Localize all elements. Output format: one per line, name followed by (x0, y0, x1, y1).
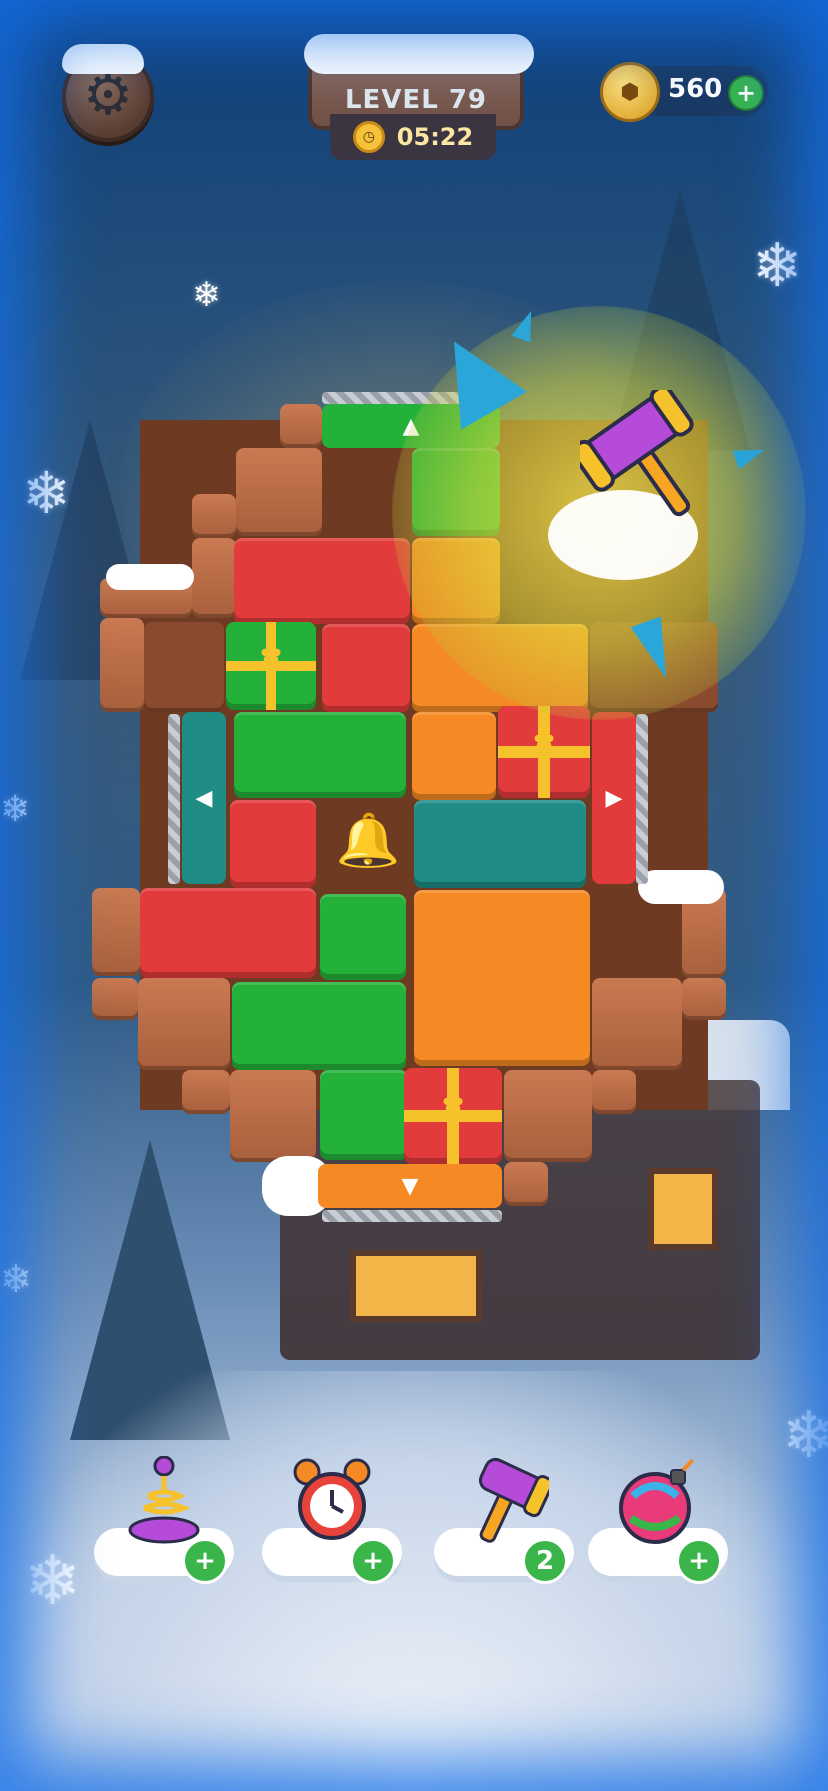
right-arrow-icon: ▶ (605, 785, 623, 811)
gift-icon: ✿ (442, 1089, 464, 1120)
green-block[interactable] (232, 982, 406, 1070)
wood-wall (504, 1162, 548, 1206)
wood-wall (192, 538, 236, 618)
snow-drift (638, 870, 724, 904)
bomb-booster[interactable]: + (588, 1456, 728, 1584)
gift-icon: ✿ (533, 725, 555, 756)
hammer-icon (459, 1456, 549, 1546)
green-block[interactable] (320, 894, 406, 980)
hammer-booster[interactable]: 2 (434, 1456, 574, 1584)
teal-block[interactable] (414, 800, 586, 888)
wood-wall (592, 1070, 636, 1114)
wood-wall (592, 978, 682, 1070)
orange-block[interactable] (412, 712, 496, 800)
wood-wall (230, 1070, 316, 1162)
gate-rail (168, 714, 180, 884)
gift-block[interactable]: ✿ (404, 1068, 502, 1164)
red-block[interactable] (140, 888, 316, 978)
gift-icon: ✿ (260, 640, 282, 671)
gate-rail (322, 1210, 502, 1222)
wood-wall (100, 618, 144, 712)
wood-wall (144, 622, 224, 712)
spring-icon (119, 1456, 209, 1546)
wood-wall (92, 978, 138, 1020)
booster-add-badge[interactable]: + (350, 1538, 396, 1584)
exit-gate-left[interactable]: ◀ (182, 712, 226, 884)
exit-gate-right[interactable]: ▶ (592, 712, 636, 884)
wood-wall (92, 888, 140, 976)
wood-wall (236, 448, 322, 536)
green-block[interactable] (234, 712, 406, 798)
wood-wall (138, 978, 230, 1070)
wood-wall (682, 978, 726, 1020)
bell-icon[interactable]: 🔔 (326, 800, 410, 880)
alarm-clock-icon (287, 1456, 377, 1546)
orange-block[interactable] (414, 890, 590, 1066)
red-block[interactable] (234, 538, 410, 624)
wood-wall (504, 1070, 592, 1162)
red-block[interactable] (230, 800, 316, 888)
freeze-time-booster[interactable]: + (262, 1456, 402, 1584)
snow-drift (106, 564, 194, 590)
hammer-icon (580, 390, 694, 517)
booster-add-badge[interactable]: + (182, 1538, 228, 1584)
gate-rail (636, 714, 648, 884)
wood-wall (280, 404, 322, 448)
wood-wall (182, 1070, 230, 1114)
exit-gate-bottom[interactable]: ▼ (318, 1164, 502, 1208)
booster-add-badge[interactable]: + (676, 1538, 722, 1584)
bomb-icon (613, 1456, 703, 1546)
wood-wall (192, 494, 236, 538)
down-arrow-icon: ▼ (401, 1173, 419, 1199)
green-block[interactable] (320, 1070, 408, 1160)
gift-block[interactable]: ✿ (226, 622, 316, 710)
booster-count-badge: 2 (522, 1538, 568, 1584)
red-block[interactable] (322, 624, 410, 712)
gift-block[interactable]: ✿ (498, 706, 590, 798)
spring-booster[interactable]: + (94, 1456, 234, 1584)
left-arrow-icon: ◀ (195, 785, 213, 811)
